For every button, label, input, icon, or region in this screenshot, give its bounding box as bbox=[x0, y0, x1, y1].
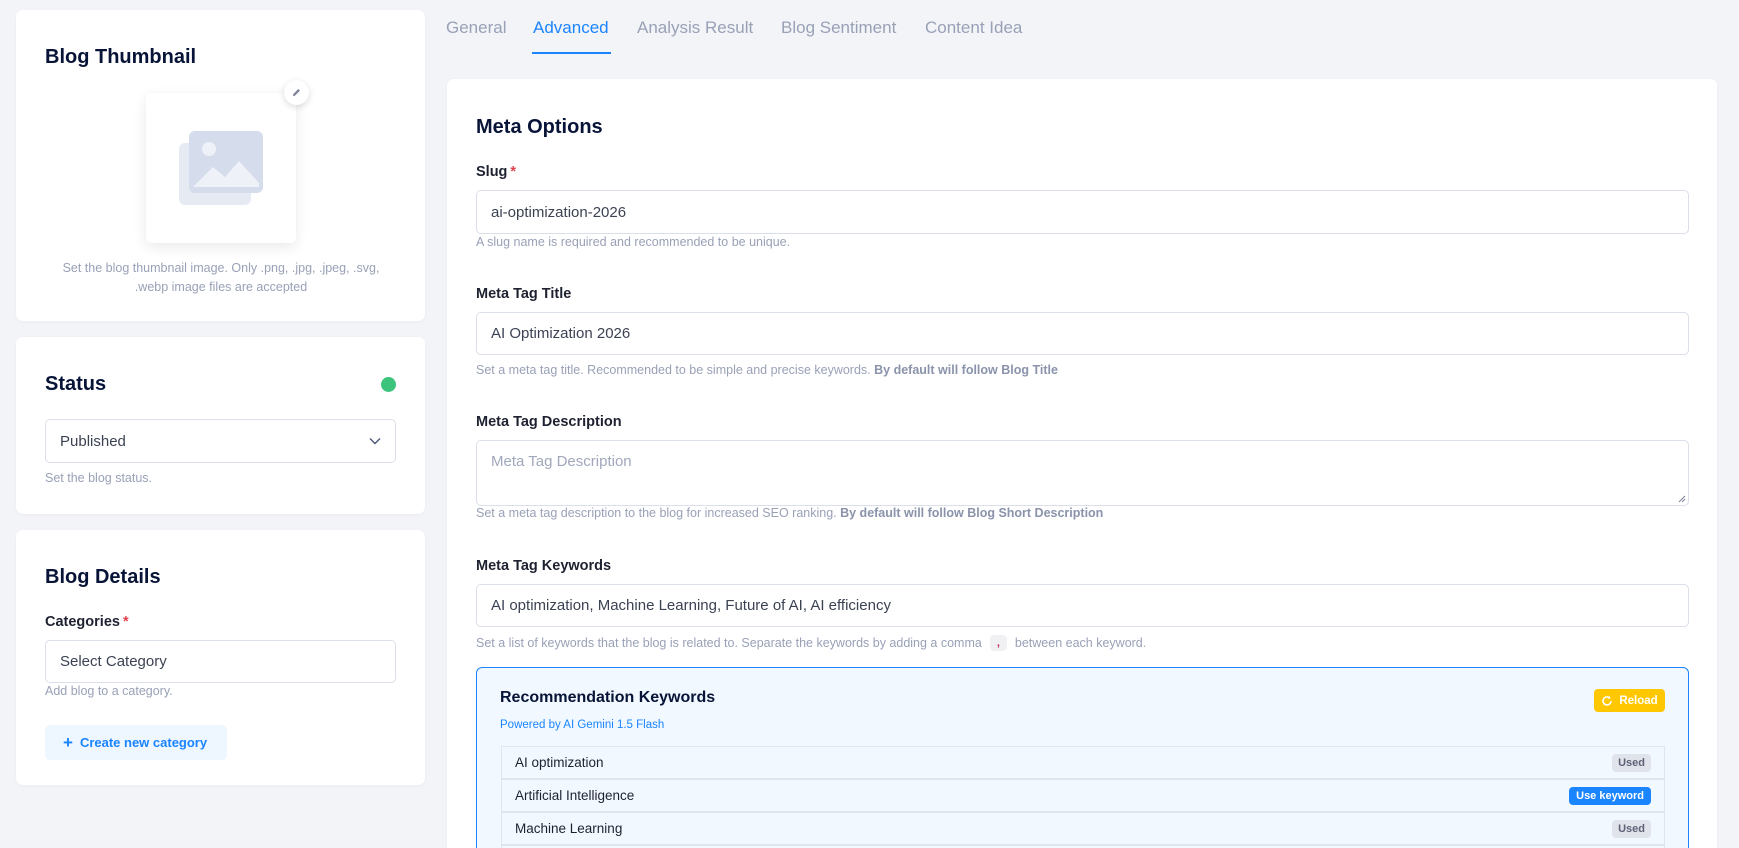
powered-by-text: Powered by AI Gemini 1.5 Flash bbox=[500, 719, 665, 731]
recommendation-keywords-box: Recommendation Keywords Powered by AI Ge… bbox=[476, 667, 1689, 848]
keyword-text: AI optimization bbox=[515, 755, 604, 770]
reload-label: Reload bbox=[1619, 694, 1658, 707]
tab-general[interactable]: General bbox=[446, 18, 506, 38]
keyword-row: AI optimization Used bbox=[501, 746, 1665, 779]
thumbnail-help-text: Set the blog thumbnail image. Only .png,… bbox=[62, 261, 380, 294]
status-help-text: Set the blog status. bbox=[45, 471, 153, 485]
keyword-row: Machine Learning Used bbox=[501, 812, 1665, 845]
active-tab-indicator bbox=[532, 52, 611, 54]
keyword-row: Artificial Intelligence Use keyword bbox=[501, 779, 1665, 812]
blog-details-card: Blog Details Categories * Select Category… bbox=[16, 530, 425, 785]
reload-icon bbox=[1602, 695, 1613, 706]
plus-icon: + bbox=[63, 733, 73, 752]
meta-tag-description-placeholder: Meta Tag Description bbox=[491, 453, 632, 470]
tab-analysis-result[interactable]: Analysis Result bbox=[637, 18, 753, 38]
status-select-value: Published bbox=[60, 432, 126, 450]
thumbnail-card-title: Blog Thumbnail bbox=[45, 46, 197, 68]
create-category-button[interactable]: + Create new category bbox=[45, 725, 227, 760]
reload-button[interactable]: Reload bbox=[1594, 689, 1665, 712]
tab-advanced[interactable]: Advanced bbox=[533, 18, 609, 38]
meta-tag-title-input[interactable]: AI Optimization 2026 bbox=[476, 312, 1689, 355]
resize-handle-icon[interactable] bbox=[1678, 495, 1686, 503]
meta-tag-description-label: Meta Tag Description bbox=[476, 414, 622, 430]
comma-code: , bbox=[989, 635, 1007, 651]
meta-tag-description-textarea[interactable]: Meta Tag Description bbox=[476, 440, 1689, 506]
thumbnail-card: Blog Thumbnail Set the blog thumbnail im… bbox=[16, 10, 425, 321]
pencil-icon bbox=[292, 89, 300, 97]
status-select[interactable]: Published bbox=[45, 419, 396, 463]
chevron-down-icon bbox=[369, 438, 381, 445]
keyword-used-badge: Used bbox=[1612, 753, 1651, 772]
slug-input-value: ai-optimization-2026 bbox=[491, 203, 627, 221]
meta-tag-description-help: Set a meta tag description to the blog f… bbox=[476, 506, 1104, 520]
status-card-title: Status bbox=[45, 373, 107, 395]
categories-select-value: Select Category bbox=[60, 653, 167, 670]
meta-options-title: Meta Options bbox=[476, 116, 603, 138]
status-card: Status Published Set the blog status. bbox=[16, 337, 425, 514]
use-keyword-button[interactable]: Use keyword bbox=[1569, 786, 1651, 805]
create-category-label: Create new category bbox=[79, 735, 208, 750]
slug-help-text: A slug name is required and recommended … bbox=[476, 235, 791, 249]
thumbnail-image-placeholder[interactable] bbox=[146, 93, 296, 243]
keyword-text: Machine Learning bbox=[515, 821, 623, 836]
tab-blog-sentiment[interactable]: Blog Sentiment bbox=[781, 18, 896, 38]
meta-tag-keywords-help: Set a list of keywords that the blog is … bbox=[476, 635, 1147, 651]
categories-label: Categories * bbox=[45, 614, 129, 630]
image-icon bbox=[179, 131, 263, 205]
categories-help-text: Add blog to a category. bbox=[45, 684, 173, 698]
meta-tag-title-label: Meta Tag Title bbox=[476, 286, 572, 302]
slug-label: Slug * bbox=[476, 164, 517, 180]
keyword-text: Artificial Intelligence bbox=[515, 788, 635, 803]
meta-tag-keywords-input[interactable]: AI optimization, Machine Learning, Futur… bbox=[476, 584, 1689, 627]
slug-input[interactable]: ai-optimization-2026 bbox=[476, 190, 1689, 234]
blog-details-title: Blog Details bbox=[45, 566, 161, 588]
tab-content-idea[interactable]: Content Idea bbox=[925, 18, 1022, 38]
meta-tag-keywords-value: AI optimization, Machine Learning, Futur… bbox=[491, 597, 891, 614]
edit-thumbnail-button[interactable] bbox=[284, 80, 309, 105]
categories-select[interactable]: Select Category bbox=[45, 640, 396, 683]
meta-tag-keywords-label: Meta Tag Keywords bbox=[476, 558, 612, 574]
keyword-used-badge: Used bbox=[1612, 819, 1651, 838]
status-indicator-dot bbox=[381, 377, 396, 392]
meta-tag-title-value: AI Optimization 2026 bbox=[491, 325, 631, 342]
meta-tag-title-help: Set a meta tag title. Recommended to be … bbox=[476, 363, 1058, 377]
recommendation-title: Recommendation Keywords bbox=[500, 689, 716, 706]
